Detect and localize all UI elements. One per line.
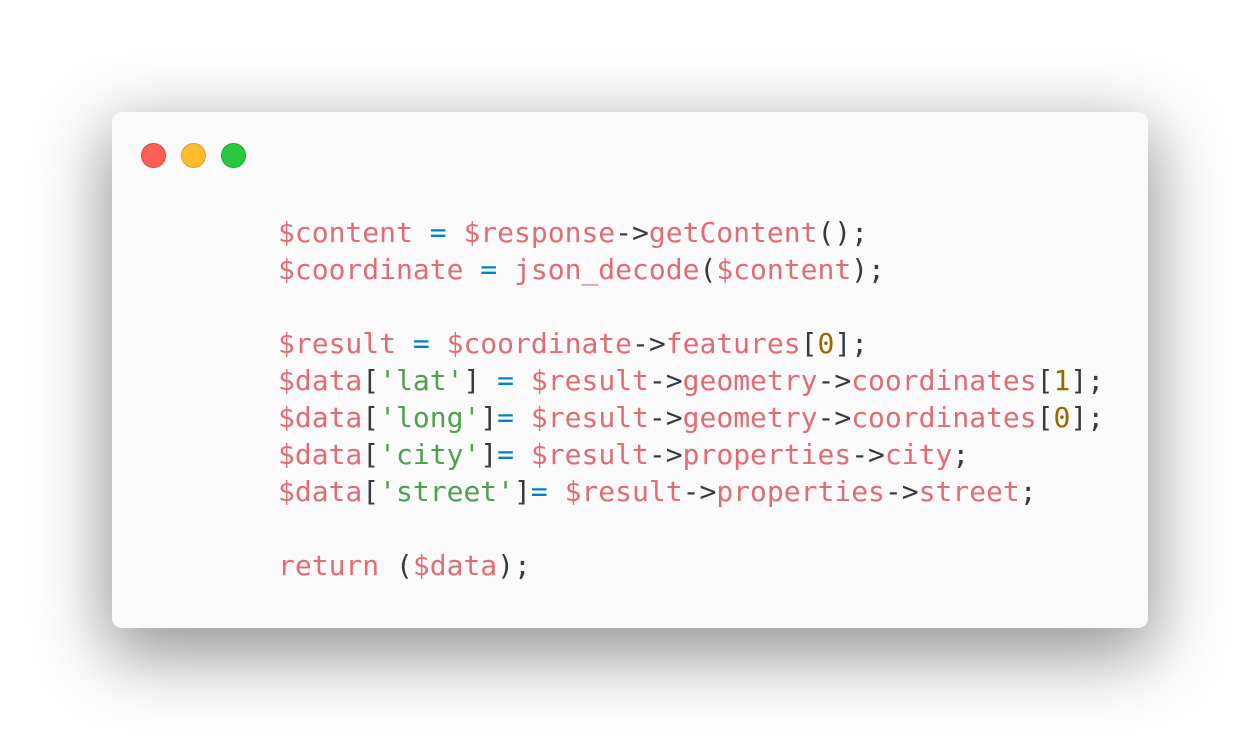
code-token-punc — [396, 327, 413, 360]
code-token-fn: json_decode — [514, 253, 700, 286]
code-token-var: $result — [530, 438, 649, 471]
code-token-punc: -> — [648, 364, 683, 397]
code-token-punc — [514, 364, 531, 397]
code-token-punc: ]; — [1070, 401, 1105, 434]
code-token-punc: [ — [1036, 401, 1054, 434]
code-block: $content = $response->getContent(); $coor… — [278, 214, 1104, 584]
code-token-punc — [413, 216, 430, 249]
code-token-op: = — [497, 438, 515, 471]
code-line: $content = $response->getContent(); — [278, 214, 1104, 251]
code-token-fn: street — [918, 475, 1020, 508]
code-token-punc — [548, 475, 565, 508]
code-token-punc — [514, 401, 531, 434]
maximize-button[interactable] — [221, 143, 246, 168]
code-line: $data['street']= $result->properties->st… — [278, 473, 1104, 510]
code-token-fn: getContent — [648, 216, 818, 249]
code-token-punc: ); — [851, 253, 885, 286]
code-token-punc: -> — [682, 475, 717, 508]
code-token-str: 'long' — [379, 401, 481, 434]
code-token-op: = — [530, 475, 548, 508]
code-token-op: = — [497, 364, 515, 397]
code-token-punc: [ — [800, 327, 818, 360]
code-token-punc: ] — [480, 438, 498, 471]
code-token-punc: (); — [817, 216, 869, 249]
code-token-fn: coordinates — [851, 401, 1037, 434]
code-token-var: $result — [564, 475, 683, 508]
code-token-var: $result — [278, 327, 397, 360]
code-token-punc: -> — [615, 216, 649, 249]
code-line: return ($data); — [278, 547, 1104, 584]
code-token-punc — [497, 253, 514, 286]
code-token-kw: return — [278, 549, 380, 582]
code-token-var: $data — [278, 475, 363, 508]
code-token-op: = — [480, 253, 498, 286]
code-token-op: = — [429, 216, 447, 249]
code-token-var: $data — [412, 549, 498, 582]
code-token-punc: [ — [362, 438, 380, 471]
code-token-punc — [514, 438, 531, 471]
code-token-punc: -> — [648, 438, 683, 471]
code-token-punc: ( — [699, 253, 717, 286]
code-token-fn: features — [665, 327, 801, 360]
code-token-var: $data — [278, 438, 363, 471]
code-token-num: 0 — [817, 327, 835, 360]
code-token-var: $coordinate — [278, 253, 464, 286]
code-token-punc — [447, 216, 464, 249]
code-token-num: 0 — [1053, 401, 1071, 434]
code-token-num: 1 — [1053, 364, 1071, 397]
code-token-fn: properties — [716, 475, 885, 508]
code-line: $result = $coordinate->features[0]; — [278, 325, 1104, 362]
code-token-punc: [ — [1036, 364, 1054, 397]
code-token-punc: -> — [817, 364, 852, 397]
code-token-var: $data — [278, 401, 363, 434]
close-button[interactable] — [141, 143, 166, 168]
code-line: $data['lat'] = $result->geometry->coordi… — [278, 362, 1104, 399]
code-token-fn: city — [884, 438, 953, 471]
code-token-fn: properties — [682, 438, 852, 471]
code-token-str: 'city' — [379, 438, 481, 471]
code-token-punc: -> — [851, 438, 885, 471]
code-token-var: $coordinate — [446, 327, 633, 360]
code-token-punc: ] — [480, 401, 498, 434]
code-token-punc: ] — [463, 364, 498, 397]
code-token-str: 'street' — [379, 475, 515, 508]
code-token-punc: ] — [514, 475, 531, 508]
code-line: $data['long']= $result->geometry->coordi… — [278, 399, 1104, 436]
code-token-punc: -> — [817, 401, 852, 434]
code-token-punc — [430, 327, 447, 360]
code-token-str: 'lat' — [379, 364, 464, 397]
code-token-punc: ( — [379, 549, 413, 582]
code-token-var: $content — [716, 253, 852, 286]
code-line: $data['city']= $result->properties->city… — [278, 436, 1104, 473]
code-token-fn: coordinates — [851, 364, 1037, 397]
code-token-punc: ; — [1019, 475, 1037, 508]
code-token-op: = — [497, 401, 515, 434]
code-token-punc: ); — [497, 549, 531, 582]
code-token-var: $data — [278, 364, 363, 397]
code-token-punc: -> — [884, 475, 919, 508]
code-token-op: = — [412, 327, 430, 360]
code-token-var: $result — [530, 401, 649, 434]
code-token-punc: -> — [632, 327, 666, 360]
code-token-fn: geometry — [682, 364, 818, 397]
code-token-punc: [ — [362, 401, 380, 434]
code-window: $content = $response->getContent(); $coor… — [112, 112, 1148, 628]
code-token-punc — [463, 253, 480, 286]
code-token-fn: geometry — [682, 401, 818, 434]
code-token-punc: [ — [362, 364, 380, 397]
code-token-var: $response — [463, 216, 616, 249]
minimize-button[interactable] — [181, 143, 206, 168]
code-line: $coordinate = json_decode($content); — [278, 251, 1104, 288]
code-token-punc: ]; — [834, 327, 869, 360]
code-token-punc: -> — [648, 401, 683, 434]
code-token-punc: ]; — [1070, 364, 1105, 397]
code-token-var: $result — [530, 364, 649, 397]
code-token-punc: [ — [362, 475, 380, 508]
window-controls — [141, 143, 246, 168]
code-token-punc: ; — [952, 438, 970, 471]
code-token-var: $content — [278, 216, 413, 249]
